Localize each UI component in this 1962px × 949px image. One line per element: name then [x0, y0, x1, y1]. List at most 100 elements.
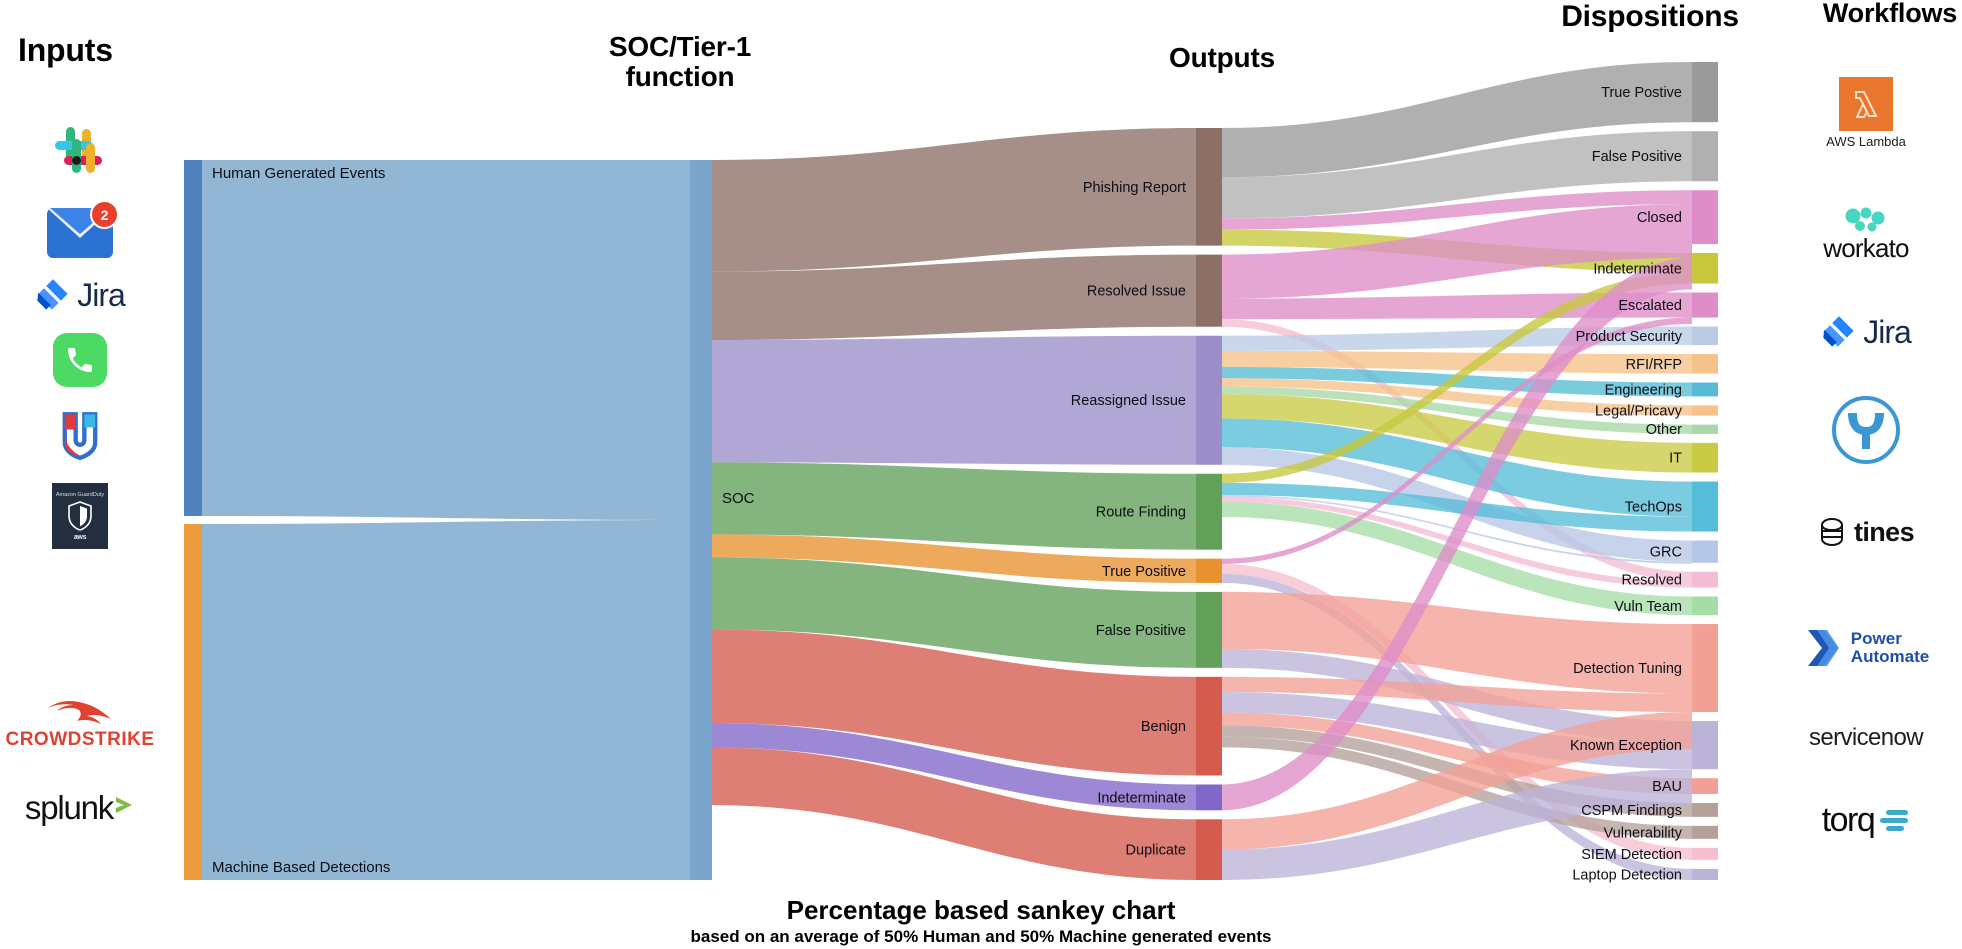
sankey-node-resolved_d[interactable] [1692, 571, 1718, 588]
sankey-node-siem_det[interactable] [1692, 847, 1718, 860]
sankey-link [712, 254, 1196, 340]
sankey-node-label-siem_det: SIEM Detection [1581, 847, 1682, 863]
sankey-node-route[interactable] [1196, 473, 1222, 550]
sankey-node-label-prod_sec: Product Security [1576, 329, 1683, 345]
shield-icon [62, 412, 98, 460]
sankey-node-label-indet_d: Indeterminate [1593, 261, 1682, 277]
torq-bars-icon [1880, 810, 1909, 831]
sankey-node-label-techops: TechOps [1625, 500, 1682, 516]
sankey-node-label-cspm: CSPM Findings [1581, 803, 1682, 819]
sankey-node-label-resolved_d: Resolved [1622, 573, 1682, 589]
email-logo: 2 [0, 198, 160, 268]
sankey-node-human[interactable] [184, 160, 202, 516]
crowdstrike-wordmark: CROWDSTRIKE [5, 729, 155, 750]
guardduty-icon: Amazon GuardDuty aws [52, 483, 108, 549]
sankey-node-machine[interactable] [184, 524, 202, 880]
sankey-link [1222, 482, 1692, 532]
aws-lambda-caption: AWS Lambda [1826, 134, 1906, 149]
sankey-node-label-other: Other [1646, 422, 1682, 438]
sankey-link [1222, 292, 1692, 320]
sankey-node-other[interactable] [1692, 424, 1718, 434]
sankey-link [1222, 378, 1692, 416]
slack-icon [52, 125, 108, 181]
sankey-node-label-phishing: Phishing Report [1083, 180, 1186, 196]
sankey-node-prod_sec[interactable] [1692, 326, 1718, 346]
sankey-node-true_pos_o[interactable] [1196, 558, 1222, 583]
sankey-node-indet_d[interactable] [1692, 252, 1718, 284]
sankey-link [1222, 319, 1692, 582]
sankey-node-label-resolved_iss: Resolved Issue [1087, 284, 1186, 300]
mulesoft-logo [1770, 390, 1962, 470]
sankey-link [712, 747, 1196, 880]
workato-wordmark: workato [1823, 232, 1909, 263]
guardduty-caption: Amazon GuardDuty [55, 491, 105, 498]
sankey-link [1222, 676, 1692, 713]
email-unread-badge: 2 [90, 200, 119, 229]
sankey-node-label-true_pos_d: True Postive [1601, 85, 1682, 101]
sankey-node-label-indet_o: Indeterminate [1097, 790, 1186, 806]
column-header-soc: SOC/Tier-1 function [570, 31, 790, 92]
sankey-node-phishing[interactable] [1196, 128, 1222, 246]
sankey-node-legal[interactable] [1692, 405, 1718, 416]
sankey-node-label-legal: Legal/Pricavy [1595, 404, 1683, 420]
sankey-node-rfi_rfp[interactable] [1692, 354, 1718, 374]
sankey-node-resolved_iss[interactable] [1196, 254, 1222, 327]
aws-wordmark: aws [73, 533, 87, 541]
sankey-node-bau[interactable] [1692, 778, 1718, 794]
sankey-link [712, 534, 1196, 583]
splunk-logo: splunk [0, 780, 160, 836]
sankey-link [712, 335, 1196, 465]
sankey-node-label-duplicate: Duplicate [1126, 843, 1186, 859]
sankey-node-label-vuln_team: Vuln Team [1614, 599, 1682, 615]
sankey-node-reassigned[interactable] [1196, 335, 1222, 465]
sankey-node-det_tuning[interactable] [1692, 624, 1718, 713]
sankey-node-label-route: Route Finding [1096, 505, 1186, 521]
tines-icon [1820, 517, 1843, 547]
phone-logo [0, 328, 160, 392]
sankey-node-vuln_team[interactable] [1692, 596, 1718, 616]
sankey-node-false_pos_o[interactable] [1196, 591, 1222, 668]
sankey-link [1222, 501, 1692, 616]
sankey-node-label-bau: BAU [1652, 779, 1682, 795]
sankey-link [1222, 131, 1692, 219]
sankey-link [202, 160, 690, 520]
sankey-node-techops[interactable] [1692, 481, 1718, 532]
sankey-node-laptop_det[interactable] [1692, 868, 1718, 880]
sankey-node-closed[interactable] [1692, 190, 1718, 244]
aws-lambda-icon [1839, 77, 1893, 131]
sankey-node-label-machine: Machine Based Detections [212, 859, 390, 876]
sankey-node-vulnerability[interactable] [1692, 825, 1718, 839]
sankey-link [1222, 326, 1692, 351]
sankey-node-label-closed: Closed [1637, 210, 1682, 226]
sankey-link [1222, 317, 1692, 564]
sankey-node-cspm[interactable] [1692, 802, 1718, 817]
column-header-soc-line1: SOC/Tier-1 [608, 31, 752, 62]
sankey-node-true_pos_d[interactable] [1692, 62, 1718, 123]
tines-logo: tines [1770, 502, 1962, 562]
sankey-node-known_exc[interactable] [1692, 721, 1718, 770]
sankey-node-soc[interactable] [690, 160, 712, 880]
sankey-node-label-benign: Benign [1141, 719, 1186, 735]
mulesoft-icon [1832, 396, 1900, 464]
servicenow-wordmark: servicenow [1808, 724, 1924, 751]
sankey-link [1222, 447, 1692, 562]
jira-logo-text: Jira [1863, 313, 1912, 350]
sankey-node-label-det_tuning: Detection Tuning [1573, 661, 1682, 677]
email-icon: 2 [47, 200, 119, 258]
jamf-logo [0, 404, 160, 466]
sankey-node-duplicate[interactable] [1196, 819, 1222, 880]
sankey-node-benign[interactable] [1196, 676, 1222, 776]
sankey-link [712, 128, 1196, 272]
sankey-node-grc[interactable] [1692, 540, 1718, 563]
workato-logo: workato [1770, 200, 1962, 270]
column-header-workflows: Workflows [1822, 0, 1958, 28]
sankey-link [712, 723, 1196, 811]
splunk-chevron-icon [116, 797, 133, 813]
sankey-node-it[interactable] [1692, 442, 1718, 473]
sankey-node-indet_o[interactable] [1196, 784, 1222, 811]
sankey-node-escalated[interactable] [1692, 292, 1718, 318]
sankey-link [1222, 190, 1692, 230]
sankey-link [1222, 350, 1692, 374]
sankey-node-false_pos_d[interactable] [1692, 131, 1718, 182]
sankey-node-engineering[interactable] [1692, 382, 1718, 397]
